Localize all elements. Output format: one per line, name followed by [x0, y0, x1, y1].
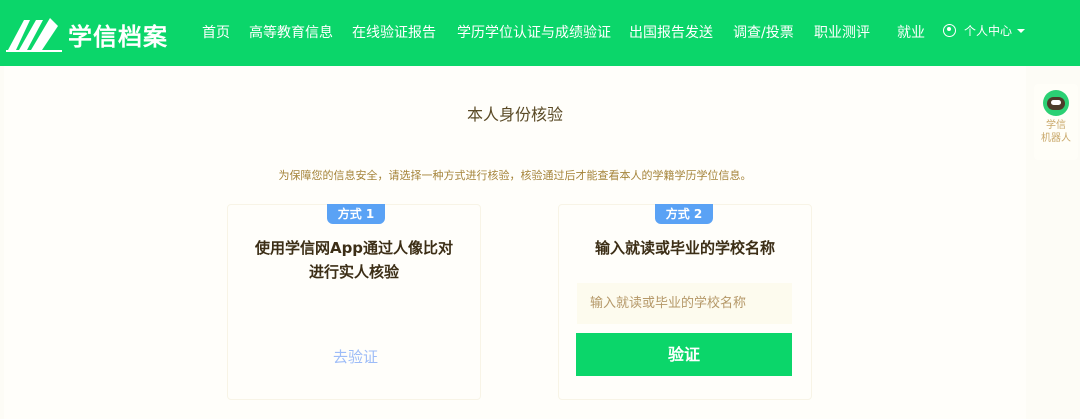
user-center-label: 个人中心: [964, 24, 1013, 38]
nav-item-survey-vote[interactable]: 调查/投票: [733, 22, 794, 42]
chevron-down-icon: [1017, 28, 1026, 33]
nav-item-degree-certification[interactable]: 学历学位认证与成绩验证: [457, 22, 611, 42]
method2-title: 输入就读或毕业的学校名称: [594, 239, 775, 257]
chat-robot-widget[interactable]: 学信 机器人: [1034, 84, 1078, 160]
nav-item-overseas-report[interactable]: 出国报告发送: [629, 22, 713, 42]
robot-label-line1: 学信: [1046, 120, 1066, 131]
nav-item-online-verification[interactable]: 在线验证报告: [352, 22, 436, 42]
logo-icon: [6, 18, 62, 52]
robot-icon: [1043, 90, 1069, 116]
user-icon: [943, 24, 956, 37]
brand-name: 学信档案: [68, 22, 168, 51]
method2-tag: 方式 2: [655, 204, 713, 224]
method1-tag: 方式 1: [327, 204, 385, 224]
brand-logo[interactable]: 学信档案: [6, 14, 171, 54]
nav-item-home[interactable]: 首页: [202, 22, 230, 42]
security-notice: 为保障您的信息安全，请选择一种方式进行核验，核验通过后才能查看本人的学籍学历学位…: [278, 169, 752, 182]
page-title: 本人身份核验: [466, 105, 563, 124]
nav-item-career-assessment[interactable]: 职业测评: [814, 22, 870, 42]
robot-label-line2: 机器人: [1041, 133, 1071, 144]
method1-card: [227, 204, 481, 400]
method1-title-line1: 使用学信网App通过人像比对: [254, 239, 454, 257]
nav-item-employment[interactable]: 就业: [897, 22, 925, 42]
method1-title-line2: 进行实人核验: [308, 263, 399, 281]
go-verify-link[interactable]: 去验证: [333, 346, 378, 367]
user-center-menu[interactable]: 个人中心: [943, 22, 1026, 39]
nav-item-higher-education[interactable]: 高等教育信息: [249, 22, 333, 42]
school-name-input[interactable]: [577, 283, 792, 324]
verify-button[interactable]: 验证: [576, 333, 792, 376]
method1-title: 使用学信网App通过人像比对 进行实人核验: [227, 236, 481, 284]
top-navbar: 学信档案 首页 高等教育信息 在线验证报告 学历学位认证与成绩验证 出国报告发送…: [0, 0, 1080, 66]
